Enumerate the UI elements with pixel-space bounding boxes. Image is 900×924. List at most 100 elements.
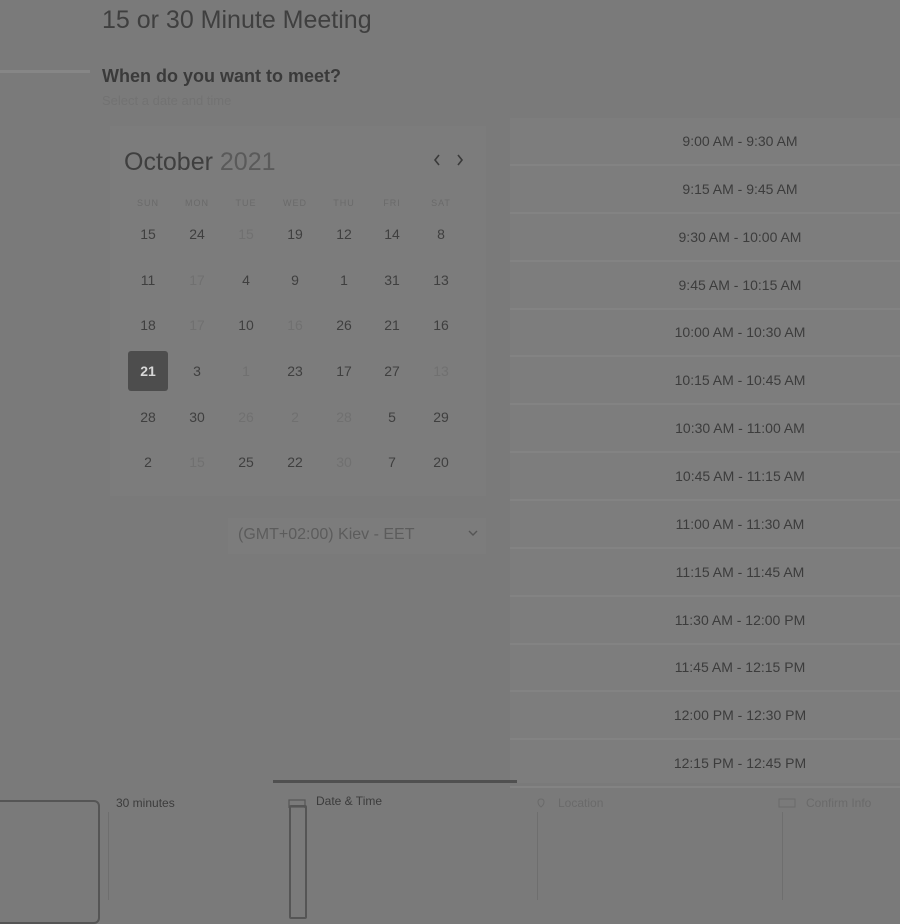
time-slot[interactable]: 10:45 AM - 11:15 AM bbox=[510, 453, 900, 501]
section-hint: Select a date and time bbox=[102, 93, 232, 108]
weekday-label: SUN bbox=[136, 198, 159, 208]
timezone-select[interactable]: (GMT+02:00) Kiev - EET bbox=[228, 518, 486, 554]
calendar-day: 1 bbox=[242, 363, 250, 379]
timezone-label: (GMT+02:00) Kiev - EET bbox=[238, 526, 415, 543]
time-slot[interactable]: 11:30 AM - 12:00 PM bbox=[510, 597, 900, 645]
chevron-down-icon bbox=[468, 530, 478, 536]
calendar-day[interactable]: 11 bbox=[128, 260, 168, 300]
calendar-day[interactable]: 28 bbox=[128, 397, 168, 437]
next-month-button[interactable] bbox=[455, 150, 465, 173]
time-slot-list: 9:00 AM - 9:30 AM 9:15 AM - 9:45 AM 9:30 A… bbox=[510, 118, 900, 789]
calendar-day: 2 bbox=[291, 409, 299, 425]
weekday-label: MON bbox=[185, 198, 209, 208]
time-slot-label: 11:00 AM - 11:30 AM bbox=[675, 515, 805, 532]
section-heading: When do you want to meet? bbox=[102, 66, 341, 86]
location-icon bbox=[537, 798, 545, 808]
calendar-day[interactable]: 3 bbox=[177, 351, 217, 391]
step-datetime[interactable]: Date & Time bbox=[316, 794, 382, 808]
calendar-day[interactable]: 15 bbox=[128, 214, 168, 254]
weekday-label: WED bbox=[283, 198, 307, 208]
calendar-day[interactable]: 12 bbox=[324, 214, 364, 254]
time-slot-label: 9:00 AM - 9:30 AM bbox=[682, 133, 798, 149]
calendar-day[interactable]: 2 bbox=[128, 442, 168, 482]
time-slot[interactable]: 11:00 AM - 11:30 AM bbox=[510, 501, 900, 549]
weekday-label: THU bbox=[333, 198, 355, 208]
time-slot-label: 10:45 AM - 11:15 AM bbox=[675, 467, 805, 484]
calendar-day[interactable]: 25 bbox=[226, 442, 266, 482]
time-slot-label: 9:30 AM - 10:00 AM bbox=[678, 228, 802, 245]
time-slot[interactable]: 9:15 AM - 9:45 AM bbox=[510, 166, 900, 214]
vertical-rule-confirm bbox=[782, 812, 783, 900]
calendar-day[interactable]: 21 bbox=[372, 305, 412, 345]
time-slot[interactable]: 12:15 PM - 12:45 PM bbox=[510, 740, 900, 789]
year-name: 2021 bbox=[219, 148, 276, 176]
chevron-left-icon bbox=[433, 154, 440, 166]
calendar-day[interactable]: 31 bbox=[372, 260, 412, 300]
calendar-day[interactable]: 14 bbox=[372, 214, 412, 254]
weekday-label: FRI bbox=[383, 198, 401, 208]
calendar-day[interactable]: 7 bbox=[372, 442, 412, 482]
time-slot[interactable]: 11:45 AM - 12:15 PM bbox=[510, 644, 900, 693]
time-slot[interactable]: 12:00 PM - 12:30 PM bbox=[510, 692, 900, 741]
calendar-day[interactable]: 27 bbox=[372, 351, 412, 391]
calendar-day[interactable]: 4 bbox=[226, 260, 266, 300]
weekday-label: TUE bbox=[235, 198, 257, 208]
time-slot[interactable]: 10:00 AM - 10:30 AM bbox=[510, 309, 900, 358]
step-duration[interactable]: 30 minutes bbox=[116, 796, 175, 810]
time-slot[interactable]: 9:30 AM - 10:00 AM bbox=[510, 214, 900, 262]
calendar-day[interactable]: 13 bbox=[421, 260, 461, 300]
step-location[interactable]: Location bbox=[558, 796, 603, 810]
calendar-day: 17 bbox=[189, 317, 205, 333]
card-frame bbox=[0, 800, 100, 924]
calendar-day: 30 bbox=[336, 454, 352, 470]
selected-day[interactable]: 21 bbox=[128, 351, 168, 391]
time-slot-label: 12:15 PM - 12:45 PM bbox=[673, 755, 807, 772]
calendar-day: 28 bbox=[336, 409, 352, 425]
calendar-day[interactable]: 9 bbox=[275, 260, 315, 300]
confirm-icon bbox=[778, 798, 796, 808]
page-title: 15 or 30 Minute Meeting bbox=[102, 6, 372, 34]
time-slot-label: 12:00 PM - 12:30 PM bbox=[673, 707, 807, 724]
time-slot-label: 10:15 AM - 10:45 AM bbox=[674, 372, 806, 389]
time-slot[interactable]: 11:15 AM - 11:45 AM bbox=[510, 549, 900, 597]
calendar-day[interactable]: 26 bbox=[324, 305, 364, 345]
left-divider bbox=[0, 70, 90, 73]
vertical-rule bbox=[108, 812, 109, 900]
calendar-day[interactable]: 16 bbox=[421, 305, 461, 345]
calendar-day[interactable]: 20 bbox=[421, 442, 461, 482]
time-slot-label: 10:30 AM - 11:00 AM bbox=[675, 420, 805, 437]
prev-month-button[interactable] bbox=[432, 150, 442, 173]
time-slot[interactable]: 10:30 AM - 11:00 AM bbox=[510, 405, 900, 454]
calendar-day[interactable]: 17 bbox=[324, 351, 364, 391]
calendar-day[interactable]: 5 bbox=[372, 397, 412, 437]
calendar-day: 13 bbox=[433, 363, 449, 379]
weekday-label: SAT bbox=[431, 198, 451, 208]
time-slot[interactable]: 10:15 AM - 10:45 AM bbox=[510, 357, 900, 406]
calendar-day[interactable]: 10 bbox=[226, 305, 266, 345]
card-frame-datetime bbox=[289, 805, 307, 919]
calendar-day[interactable]: 19 bbox=[275, 214, 315, 254]
time-slot-label: 9:15 AM - 9:45 AM bbox=[682, 180, 798, 197]
calendar-day[interactable]: 29 bbox=[421, 397, 461, 437]
calendar-day[interactable]: 8 bbox=[421, 214, 461, 254]
vertical-rule-location bbox=[537, 812, 538, 900]
calendar-day[interactable]: 1 bbox=[324, 260, 364, 300]
calendar-day[interactable]: 22 bbox=[275, 442, 315, 482]
calendar-day[interactable]: 18 bbox=[128, 305, 168, 345]
month-name: October bbox=[124, 148, 213, 176]
chevron-right-icon bbox=[457, 154, 464, 166]
calendar-day[interactable]: 23 bbox=[275, 351, 315, 391]
time-slot[interactable]: 9:45 AM - 10:15 AM bbox=[510, 262, 900, 310]
calendar-day[interactable]: 24 bbox=[177, 214, 217, 254]
time-slot-label: 11:45 AM - 12:15 PM bbox=[674, 659, 806, 676]
step-confirm[interactable]: Confirm Info bbox=[806, 796, 871, 810]
time-slot-label: 11:30 AM - 12:00 PM bbox=[674, 611, 806, 628]
time-slot[interactable]: 9:00 AM - 9:30 AM bbox=[510, 118, 900, 166]
calendar-day[interactable]: 30 bbox=[177, 397, 217, 437]
time-slot-label: 9:45 AM - 10:15 AM bbox=[678, 276, 802, 293]
calendar-day: 17 bbox=[189, 272, 205, 288]
calendar-month-label: October 2021 bbox=[124, 148, 276, 177]
time-slot-label: 10:00 AM - 10:30 AM bbox=[674, 324, 806, 341]
calendar: October 2021 SUN MON TUE WED THU FRI SAT 15 24 15… bbox=[110, 126, 486, 496]
calendar-day: 15 bbox=[189, 454, 205, 470]
